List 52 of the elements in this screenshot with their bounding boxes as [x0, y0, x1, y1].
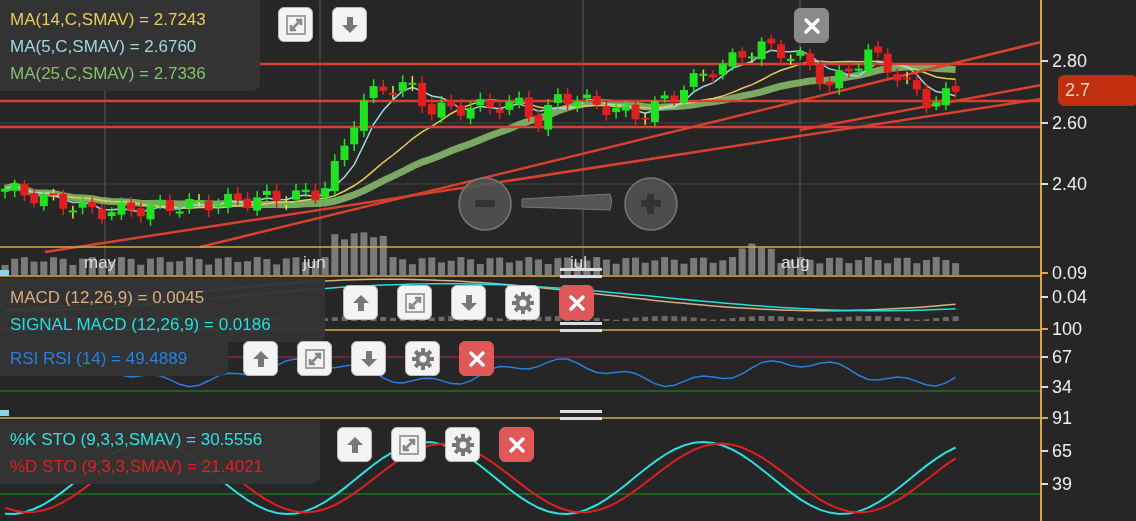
move-down-button[interactable] [351, 341, 386, 376]
indicator-value: %K STO (9,3,3,SMAV) = 30.5556 [10, 429, 264, 451]
expand-button[interactable] [391, 427, 426, 462]
axis-tick-label: 91 [1052, 408, 1073, 428]
axis-tick-label: 0.04 [1052, 287, 1088, 307]
expand-button[interactable] [278, 7, 313, 42]
panel-marker-icon [0, 410, 9, 416]
current-price-label: 2.7 [1058, 75, 1136, 106]
indicator-value: MA(25,C,SMAV) = 2.7336 [10, 63, 207, 85]
zoom-out-icon[interactable] [458, 177, 512, 231]
resize-handle-icon[interactable] [560, 410, 602, 420]
expand-button[interactable] [397, 285, 432, 320]
move-up-button[interactable] [337, 427, 372, 462]
indicator-value: %D STO (9,3,3,SMAV) = 21.4021 [10, 456, 265, 478]
settings-icon [451, 433, 474, 456]
indicator-value: MACD (12,26,9) = 0.0045 [10, 287, 206, 309]
axis-tick-label: 2.80 [1052, 51, 1088, 71]
indicator-value: MA(5,C,SMAV) = 2.6760 [10, 36, 198, 58]
axis-tick-label: 100 [1052, 319, 1083, 339]
close-button[interactable] [559, 285, 594, 320]
settings-icon [411, 347, 434, 370]
expand-icon [303, 347, 326, 370]
expand-button[interactable] [297, 341, 332, 376]
zoom-in-icon[interactable] [624, 177, 678, 231]
move-down-button[interactable] [451, 285, 486, 320]
resize-handle-icon[interactable] [560, 268, 602, 278]
axis-tick-label: 65 [1052, 441, 1073, 461]
settings-button[interactable] [445, 427, 480, 462]
settings-button[interactable] [505, 285, 540, 320]
expand-icon [284, 13, 307, 36]
axis-tick-label: 67 [1052, 347, 1073, 367]
expand-icon [397, 433, 420, 456]
close-button[interactable] [794, 8, 829, 43]
panel-marker-icon [0, 270, 9, 276]
indicator-value: MA(14,C,SMAV) = 2.7243 [10, 9, 207, 31]
settings-icon [511, 291, 534, 314]
indicator-value: SIGNAL MACD (12,26,9) = 0.0186 [10, 314, 272, 336]
move-up-button[interactable] [243, 341, 278, 376]
close-button[interactable] [499, 427, 534, 462]
indicator-value: RSI RSI (14) = 49.4889 [10, 348, 189, 370]
resize-handle-icon[interactable] [560, 322, 602, 332]
move-down-button[interactable] [332, 7, 367, 42]
axis-tick-label: 0.09 [1052, 263, 1088, 283]
move-up-button[interactable] [343, 285, 378, 320]
close-button[interactable] [459, 341, 494, 376]
settings-button[interactable] [405, 341, 440, 376]
axis-tick-label: 2.40 [1052, 174, 1088, 194]
axis-tick-label: 39 [1052, 474, 1073, 494]
expand-icon [403, 291, 426, 314]
axis-tick-label: 2.60 [1052, 113, 1088, 133]
tapered-bar-icon[interactable] [521, 193, 612, 211]
axis-tick-label: 34 [1052, 377, 1073, 397]
